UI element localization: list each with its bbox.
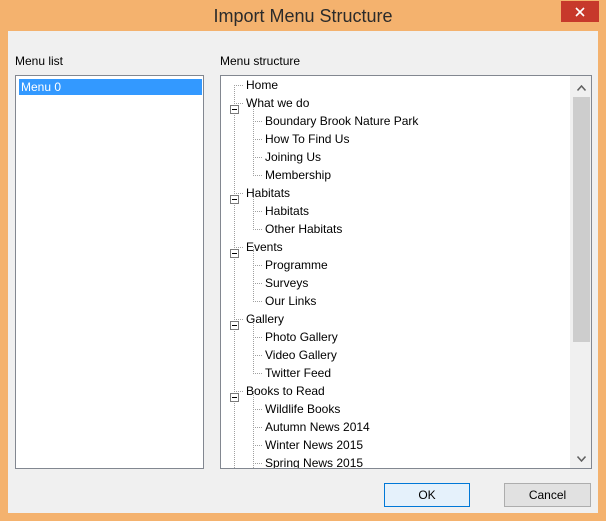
tree-node-child[interactable]: Wildlife Books — [265, 400, 340, 418]
tree-node-child[interactable]: Video Gallery — [265, 346, 337, 364]
vertical-scrollbar[interactable] — [570, 76, 591, 468]
menu-list-label: Menu list — [15, 54, 64, 68]
tree-node-child[interactable]: Our Links — [265, 292, 316, 310]
tree-view[interactable]: Home What we do Boundary Brook Nature Park… — [221, 76, 569, 468]
tree-node-child[interactable]: How To Find Us — [265, 130, 349, 148]
tree-node-child[interactable]: Other Habitats — [265, 220, 342, 238]
tree-node-child[interactable]: Programme — [265, 256, 328, 274]
minus-box-icon[interactable] — [230, 387, 239, 402]
tree-node-child[interactable]: Autumn News 2014 — [265, 418, 370, 436]
menu-structure-tree[interactable]: Home What we do Boundary Brook Nature Park… — [220, 75, 592, 469]
minus-box-icon[interactable] — [230, 315, 239, 330]
import-menu-dialog: Import Menu Structure Menu list Menu str… — [0, 0, 606, 521]
title-bar[interactable]: Import Menu Structure — [0, 0, 606, 31]
scroll-down-button[interactable] — [571, 447, 591, 466]
menu-list[interactable]: Menu 0 — [15, 75, 204, 469]
close-button[interactable] — [561, 1, 599, 22]
scroll-thumb[interactable] — [573, 97, 590, 342]
ok-button[interactable]: OK — [384, 483, 470, 507]
tree-node-parent[interactable]: Home — [246, 76, 278, 94]
tree-node-parent[interactable]: What we do — [246, 94, 309, 112]
tree-node-child[interactable]: Spring News 2015 — [265, 454, 363, 468]
window-title: Import Menu Structure — [213, 6, 393, 26]
tree-node-parent[interactable]: Gallery — [246, 310, 284, 328]
minus-box-icon[interactable] — [230, 99, 239, 114]
cancel-button[interactable]: Cancel — [504, 483, 591, 507]
tree-node-parent[interactable]: Books to Read — [246, 382, 325, 400]
tree-node-child[interactable]: Habitats — [265, 202, 309, 220]
close-icon — [575, 6, 585, 17]
dialog-body: Menu list Menu structure Menu 0 Home What… — [8, 31, 598, 513]
minus-box-icon[interactable] — [230, 243, 239, 258]
tree-node-child[interactable]: Winter News 2015 — [265, 436, 363, 454]
scroll-up-button[interactable] — [571, 76, 591, 95]
menu-structure-label: Menu structure — [220, 54, 301, 68]
tree-node-child[interactable]: Boundary Brook Nature Park — [265, 112, 418, 130]
tree-node-parent[interactable]: Habitats — [246, 184, 290, 202]
chevron-up-icon — [576, 76, 587, 95]
tree-node-child[interactable]: Membership — [265, 166, 331, 184]
tree-node-child[interactable]: Joining Us — [265, 148, 321, 166]
list-item-selected[interactable]: Menu 0 — [19, 79, 202, 95]
tree-node-child[interactable]: Photo Gallery — [265, 328, 338, 346]
chevron-down-icon — [576, 447, 587, 466]
minus-box-icon[interactable] — [230, 189, 239, 204]
tree-node-child[interactable]: Surveys — [265, 274, 308, 292]
tree-node-parent[interactable]: Events — [246, 238, 283, 256]
tree-node-child[interactable]: Twitter Feed — [265, 364, 331, 382]
